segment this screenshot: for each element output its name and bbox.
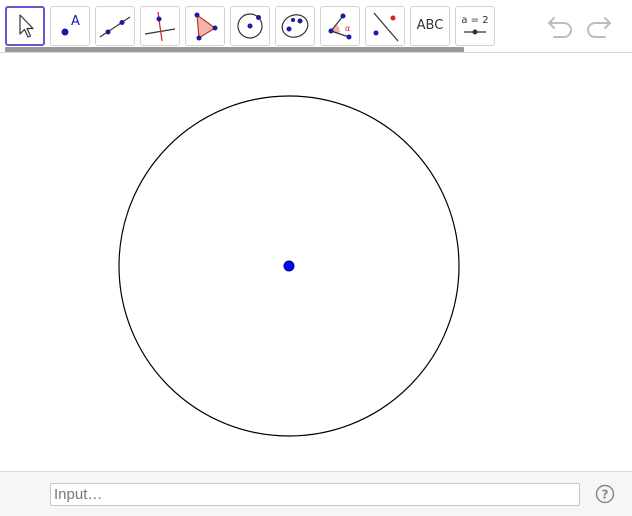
tool-line[interactable] (95, 6, 135, 46)
tool-slider[interactable]: a = 2 (455, 6, 495, 46)
text-icon: ABC (416, 18, 444, 33)
tool-polygon[interactable] (185, 6, 225, 46)
line-icon (99, 16, 131, 38)
point-icon: A (61, 14, 80, 36)
tool-perpendicular-line[interactable] (140, 6, 180, 46)
toolbar-scrollbar[interactable] (5, 47, 464, 52)
toolbar: A α ABC a = 2 (0, 0, 632, 53)
graphics-canvas[interactable] (0, 54, 632, 471)
svg-text:?: ? (602, 488, 609, 502)
polygon-icon (194, 12, 218, 41)
conic-icon (281, 14, 309, 38)
slider-icon (464, 29, 486, 35)
undo-icon (548, 17, 572, 38)
tool-ellipse[interactable] (275, 6, 315, 46)
algebra-input[interactable] (50, 483, 580, 506)
circle-icon (237, 13, 263, 39)
angle-tool-label: α (345, 24, 350, 33)
center-point[interactable] (283, 260, 295, 272)
help-icon[interactable]: ? (595, 484, 615, 504)
geogebra-app: A α ABC a = 2 Input… ? (0, 0, 632, 516)
reflect-icon (373, 12, 399, 42)
move-arrow-icon (19, 14, 34, 38)
tool-text[interactable]: ABC (410, 6, 450, 46)
tool-point[interactable]: A (50, 6, 90, 46)
tool-reflect[interactable] (365, 6, 405, 46)
graphics-view[interactable] (0, 54, 632, 471)
tool-move[interactable] (5, 6, 45, 46)
point-tool-label: A (71, 14, 80, 29)
tool-circle-center-point[interactable] (230, 6, 270, 46)
angle-icon: α (328, 13, 352, 40)
redo-button[interactable] (582, 12, 614, 40)
input-bar: ? (0, 471, 632, 516)
perpendicular-line-icon (144, 11, 176, 42)
redo-icon (587, 17, 611, 38)
undo-button[interactable] (545, 12, 577, 40)
tool-angle[interactable]: α (320, 6, 360, 46)
